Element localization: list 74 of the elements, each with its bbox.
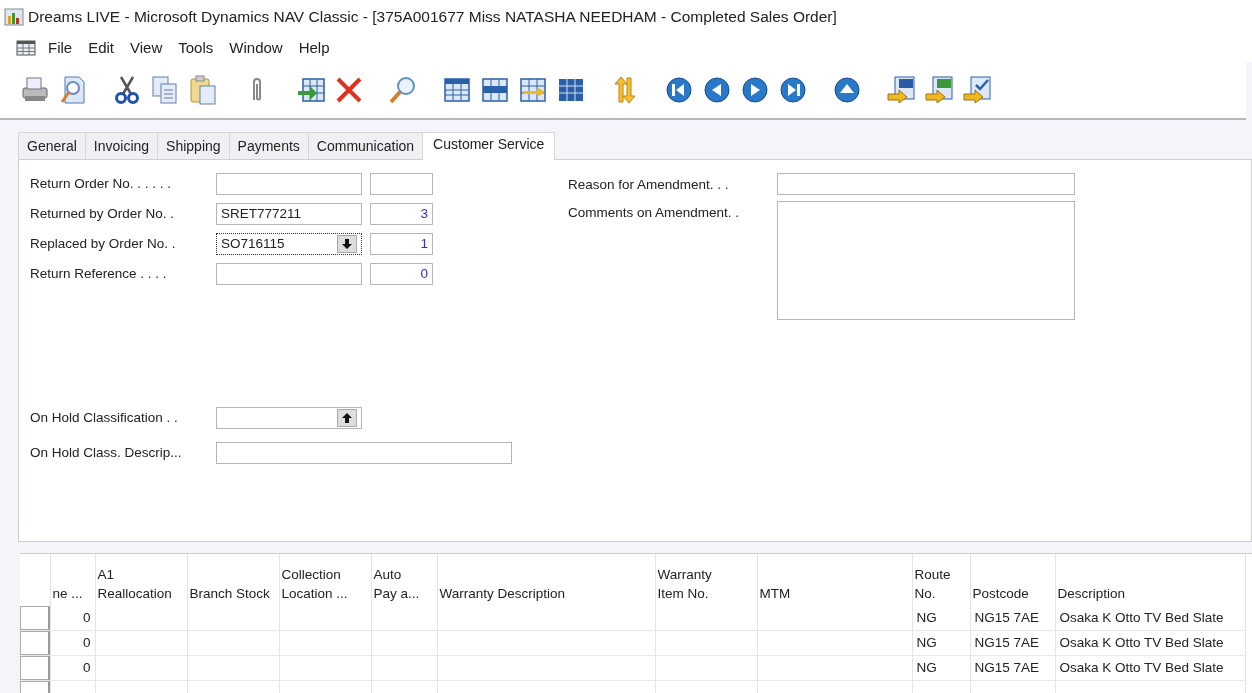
field-label: Reason for Amendment. . . — [568, 176, 730, 194]
tab[interactable]: Communication — [307, 132, 424, 160]
field-label: Replaced by Order No. . — [30, 234, 177, 253]
lookup-button[interactable] — [337, 409, 357, 427]
arrow-down-icon — [342, 238, 352, 250]
lookup-button[interactable] — [337, 235, 357, 253]
app-icon — [4, 7, 24, 27]
table-cell: NG15 7AE — [974, 634, 1040, 650]
input-field[interactable]: SRET777211 — [216, 203, 362, 225]
number-field[interactable] — [370, 173, 433, 195]
tab[interactable]: Payments — [228, 132, 309, 160]
column-header[interactable]: Branch Stock — [189, 584, 270, 603]
table-cell: 0 — [83, 634, 91, 650]
column-header[interactable]: Warranty Description — [439, 584, 566, 603]
field-label: Returned by Order No. . — [30, 204, 176, 223]
window-title: Dreams LIVE - Microsoft Dynamics NAV Classic - [375A001677 Miss NATASHA NEEDHAM - Completed Sales Order] — [28, 7, 837, 28]
menu-item[interactable]: Window — [221, 36, 291, 60]
last-record-icon[interactable] — [777, 74, 809, 106]
column-header[interactable]: Auto Pay a... — [373, 565, 420, 603]
row-selector[interactable] — [20, 606, 49, 630]
field-label: On Hold Classification . . — [30, 408, 179, 427]
column-header[interactable]: A1 Reallocation — [97, 565, 172, 603]
input-field[interactable] — [777, 173, 1075, 195]
row-selector[interactable] — [20, 656, 49, 680]
row-selector[interactable] — [20, 631, 49, 655]
field-label: Comments on Amendment. . — [568, 204, 741, 223]
table-cell: NG15 7AE — [974, 659, 1040, 675]
input-field[interactable] — [216, 442, 512, 464]
table-cell: NG — [916, 634, 937, 650]
field-label: Return Order No. . . . . . — [30, 174, 173, 193]
previous-record-icon[interactable] — [701, 74, 733, 106]
input-field[interactable] — [216, 263, 362, 285]
spreadsheet-export-icon[interactable] — [923, 74, 955, 106]
number-field[interactable]: 3 — [370, 203, 433, 225]
field-label: On Hold Class. Descrip... — [30, 443, 183, 462]
table-cell: NG — [916, 609, 937, 625]
column-header[interactable]: MTM — [759, 584, 791, 603]
input-field[interactable] — [216, 173, 362, 195]
menu-item[interactable]: File — [40, 36, 81, 60]
first-record-icon[interactable] — [663, 74, 695, 106]
column-header[interactable]: Warranty Item No. — [657, 565, 712, 603]
table-cell: Osaka K Otto TV Bed Slate — [1059, 634, 1224, 650]
memo-field[interactable] — [777, 201, 1075, 321]
menu-item[interactable]: Edit — [80, 36, 123, 60]
arrow-up-icon — [342, 412, 352, 424]
document-export-icon[interactable] — [885, 74, 917, 106]
table-cell: NG — [916, 659, 937, 675]
checklist-export-icon[interactable] — [961, 74, 993, 106]
tab[interactable]: Customer Service — [422, 132, 556, 160]
input-field[interactable]: SO716115 — [216, 233, 362, 255]
menu-item[interactable]: View — [122, 36, 171, 60]
tab[interactable]: General — [18, 132, 86, 160]
column-header[interactable]: Description — [1057, 584, 1126, 603]
table-cell: 0 — [83, 659, 91, 675]
column-header[interactable]: Collection Location ... — [281, 565, 348, 603]
field-label: Return Reference . . . . — [30, 264, 168, 283]
column-header[interactable]: Route No. — [914, 565, 951, 603]
menu-item[interactable]: Help — [290, 36, 338, 60]
tab[interactable]: Shipping — [157, 132, 230, 160]
table-cell: 0 — [83, 609, 91, 625]
next-record-icon[interactable] — [739, 74, 771, 106]
paste-icon[interactable] — [187, 74, 219, 106]
menu-item[interactable]: Tools — [170, 36, 222, 60]
number-field[interactable]: 0 — [370, 263, 433, 285]
up-icon[interactable] — [831, 74, 863, 106]
form-icon[interactable] — [16, 40, 36, 56]
number-field[interactable]: 1 — [370, 233, 433, 255]
input-field[interactable] — [216, 407, 362, 429]
column-header[interactable]: Postcode — [972, 584, 1029, 603]
column-header[interactable]: ne ... — [52, 584, 83, 603]
table-cell: NG15 7AE — [974, 609, 1040, 625]
table-cell: Osaka K Otto TV Bed Slate — [1059, 659, 1224, 675]
table-cell: Osaka K Otto TV Bed Slate — [1059, 609, 1224, 625]
tab[interactable]: Invoicing — [84, 132, 159, 160]
